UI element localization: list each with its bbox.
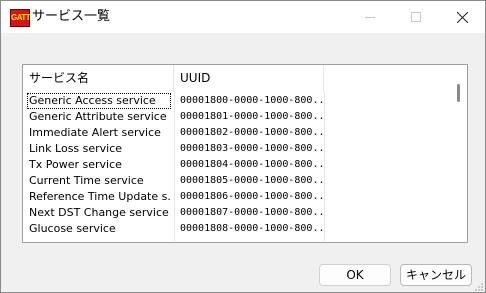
maximize-icon (411, 12, 421, 22)
service-name-cell: Reference Time Update s... (29, 190, 171, 203)
list-row[interactable]: Glucose service 00001808-0000-1000-800..… (27, 221, 327, 237)
column-header-service-name[interactable]: サービス名 (23, 65, 174, 91)
list-row[interactable]: Immediate Alert service 00001802-0000-10… (27, 125, 327, 141)
uuid-cell: 00001800-0000-1000-800... (180, 95, 325, 106)
service-list-dialog: GATT サービス一覧 サービス名 UUID Generic Access se… (0, 0, 486, 293)
list-row[interactable]: Tx Power service 00001804-0000-1000-800.… (27, 157, 327, 173)
uuid-cell: 00001801-0000-1000-800... (180, 111, 325, 122)
service-list-view[interactable]: サービス名 UUID Generic Access service 000018… (22, 64, 468, 243)
close-button[interactable] (439, 1, 485, 33)
list-rows: Generic Access service 00001800-0000-100… (27, 91, 452, 241)
list-header: サービス名 UUID (23, 65, 453, 91)
list-row[interactable]: Reference Time Update s... 00001806-0000… (27, 189, 327, 205)
gatt-app-icon: GATT (10, 9, 31, 27)
uuid-cell: 00001807-0000-1000-800... (180, 207, 325, 218)
ok-button[interactable]: OK (319, 264, 391, 286)
uuid-cell: 00001808-0000-1000-800... (180, 223, 325, 234)
resize-grip-icon[interactable] (475, 283, 483, 291)
close-icon (456, 11, 468, 23)
list-row[interactable]: Next DST Change service 00001807-0000-10… (27, 205, 327, 221)
service-name-cell: Generic Access service (27, 93, 171, 109)
minimize-button[interactable] (347, 1, 393, 33)
list-row[interactable]: Generic Attribute service 00001801-0000-… (27, 109, 327, 125)
uuid-cell: 00001803-0000-1000-800... (180, 143, 325, 154)
service-name-cell: Tx Power service (29, 158, 122, 171)
service-name-cell: Next DST Change service (29, 206, 169, 219)
service-name-cell: Current Time service (29, 174, 144, 187)
column-header-uuid[interactable]: UUID (174, 65, 324, 91)
minimize-icon (365, 17, 375, 18)
list-row[interactable]: Current Time service 00001805-0000-1000-… (27, 173, 327, 189)
service-name-cell: Generic Attribute service (29, 110, 167, 123)
list-row[interactable]: Link Loss service 00001803-0000-1000-800… (27, 141, 327, 157)
maximize-button[interactable] (393, 1, 439, 33)
service-name-cell: Immediate Alert service (29, 126, 161, 139)
uuid-cell: 00001804-0000-1000-800... (180, 159, 325, 170)
service-name-cell: Link Loss service (29, 142, 123, 155)
uuid-cell: 00001805-0000-1000-800... (180, 175, 325, 186)
scrollbar-thumb[interactable] (457, 84, 460, 102)
service-name-cell: Glucose service (29, 222, 116, 235)
uuid-cell: 00001806-0000-1000-800... (180, 191, 325, 202)
list-row[interactable]: Generic Access service 00001800-0000-100… (27, 93, 327, 109)
title-bar[interactable]: GATT サービス一覧 (1, 1, 485, 33)
window-title: サービス一覧 (32, 9, 111, 24)
uuid-cell: 00001802-0000-1000-800... (180, 127, 325, 138)
vertical-scrollbar[interactable] (453, 65, 467, 242)
cancel-button[interactable]: キャンセル (400, 264, 472, 286)
